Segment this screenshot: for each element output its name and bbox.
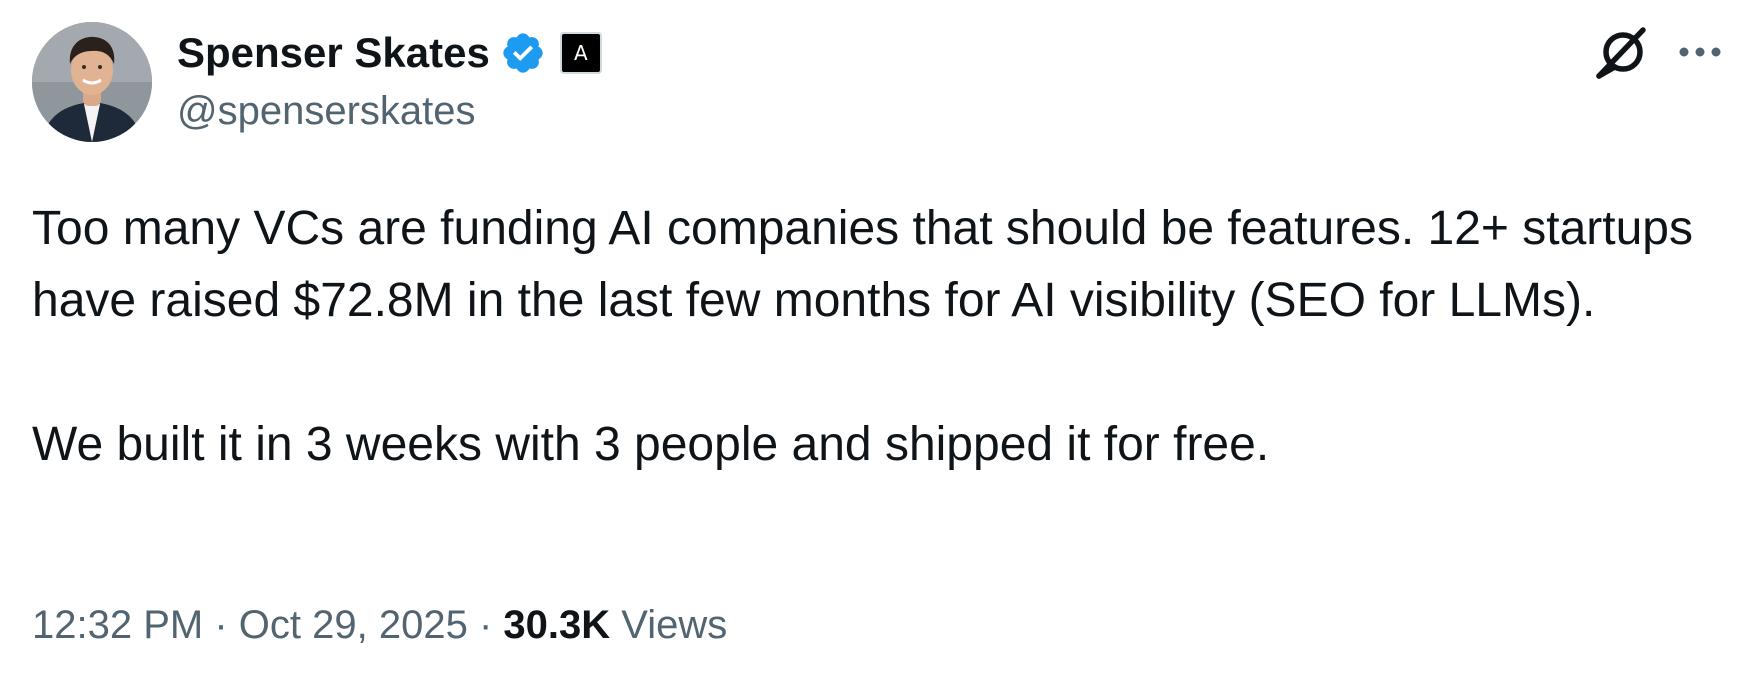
- author-handle[interactable]: @spenserskates: [177, 86, 476, 136]
- author-name[interactable]: Spenser Skates: [177, 28, 490, 78]
- tweet-time[interactable]: 12:32 PM: [32, 603, 203, 647]
- tweet-paragraph: Too many VCs are funding AI companies th…: [32, 202, 1693, 327]
- tweet-paragraph: We built it in 3 weeks with 3 people and…: [32, 418, 1270, 471]
- meta-separator: ·: [478, 603, 493, 647]
- affiliate-badge-icon[interactable]: A: [559, 32, 602, 74]
- author-name-row: Spenser Skates A: [177, 28, 602, 78]
- avatar[interactable]: [32, 22, 152, 142]
- avatar-image: [32, 22, 152, 142]
- grok-icon[interactable]: [1593, 26, 1649, 82]
- tweet-date[interactable]: Oct 29, 2025: [239, 603, 468, 647]
- tweet: Spenser Skates A @spenserskates Too many…: [0, 0, 1755, 690]
- views-count[interactable]: 30.3K: [503, 603, 610, 647]
- affiliate-badge-glyph: A: [574, 41, 588, 65]
- views-label[interactable]: Views: [621, 603, 727, 647]
- verified-badge-icon[interactable]: [500, 30, 546, 76]
- meta-separator: ·: [214, 603, 228, 647]
- more-options-icon[interactable]: [1676, 38, 1724, 66]
- tweet-meta: 12:32 PM · Oct 29, 2025 · 30.3K Views: [32, 600, 727, 650]
- tweet-text: Too many VCs are funding AI companies th…: [32, 193, 1722, 481]
